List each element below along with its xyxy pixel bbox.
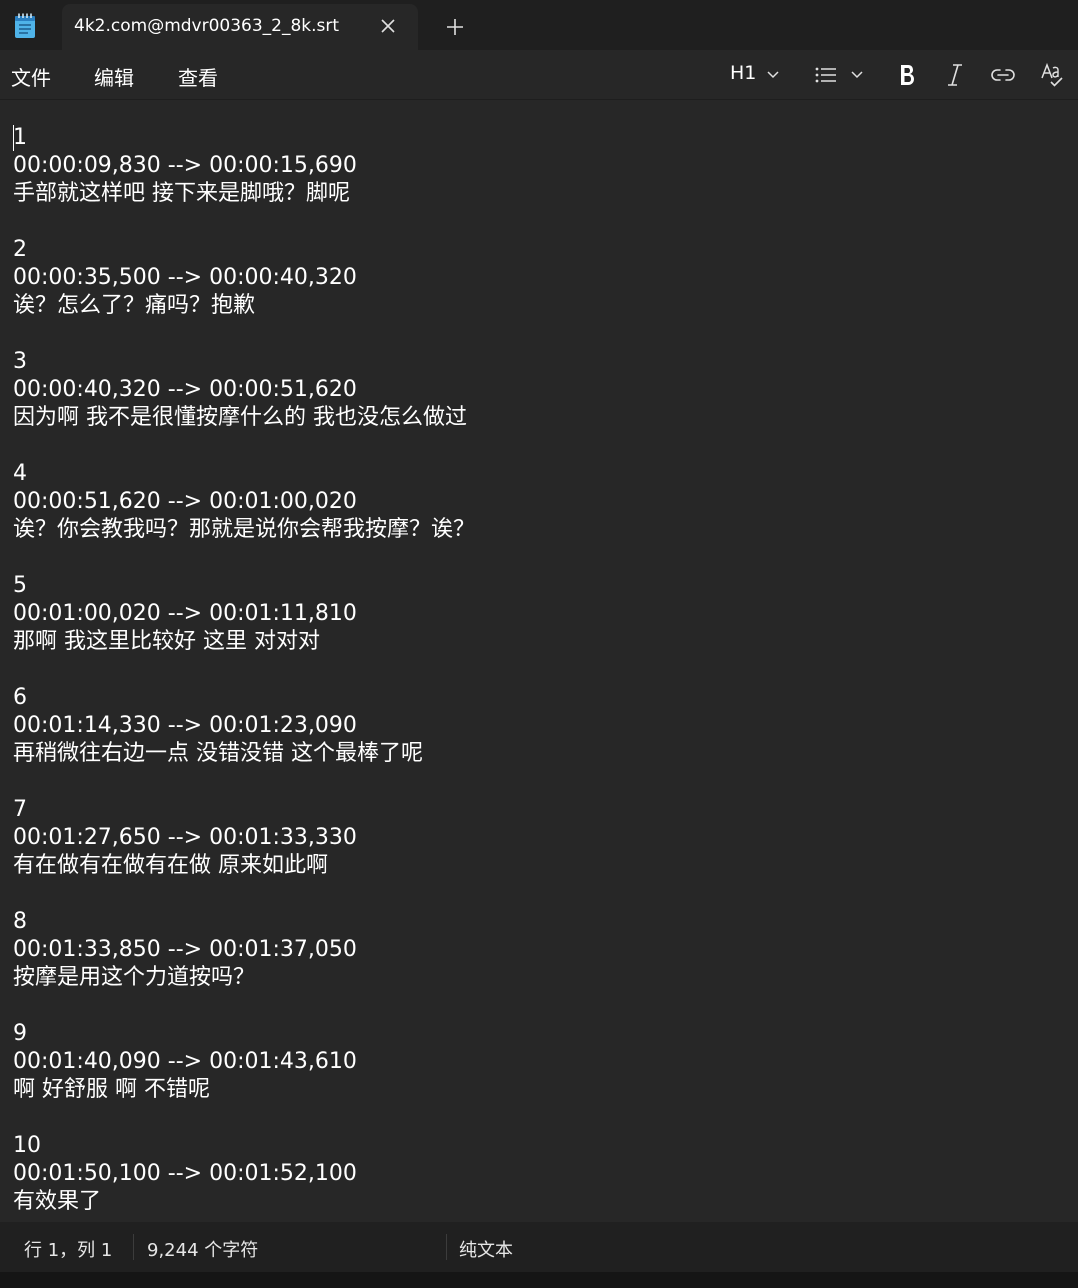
link-icon[interactable] — [990, 62, 1016, 88]
subtitle-timestamp: 00:00:40,320 --> 00:00:51,620 — [13, 377, 357, 402]
file-tab[interactable]: 4k2.com@mdvr00363_2_8k.srt — [62, 4, 418, 50]
subtitle-text: 因为啊 我不是很懂按摩什么的 我也没怎么做过 — [13, 405, 467, 430]
subtitle-timestamp: 00:01:33,850 --> 00:01:37,050 — [13, 937, 357, 962]
subtitle-index: 4 — [13, 461, 27, 486]
bold-icon[interactable] — [896, 62, 918, 88]
text-editor[interactable]: 1 00:00:09,830 --> 00:00:15,690 手部就这样吧 接下来… — [0, 101, 1078, 1222]
subtitle-timestamp: 00:01:00,020 --> 00:01:11,810 — [13, 601, 357, 626]
file-type[interactable]: 纯文本 — [459, 1236, 513, 1262]
subtitle-timestamp: 00:00:35,500 --> 00:00:40,320 — [13, 265, 357, 290]
subtitle-text: 诶？你会教我吗？那就是说你会帮我按摩？诶？ — [13, 517, 476, 542]
subtitle-timestamp: 00:00:09,830 --> 00:00:15,690 — [13, 153, 357, 178]
spellcheck-icon[interactable] — [1040, 62, 1064, 88]
italic-icon[interactable] — [944, 62, 966, 88]
subtitle-index: 3 — [13, 349, 27, 374]
menu-bar: 文件 编辑 查看 H1 — [0, 50, 1078, 100]
cursor-position[interactable]: 行 1，列 1 — [24, 1236, 112, 1262]
subtitle-timestamp: 00:01:50,100 --> 00:01:52,100 — [13, 1161, 357, 1186]
subtitle-timestamp: 00:01:40,090 --> 00:01:43,610 — [13, 1049, 357, 1074]
subtitle-index: 10 — [13, 1133, 41, 1158]
subtitle-entry: 1 00:00:09,830 --> 00:00:15,690 手部就这样吧 接下来… — [13, 124, 1063, 236]
subtitle-text: 按摩是用这个力道按吗？ — [13, 965, 256, 990]
chevron-down-icon — [851, 71, 863, 79]
list-dropdown[interactable] — [814, 62, 870, 88]
character-count: 9,244 个字符 — [147, 1240, 259, 1261]
window-bottom-edge — [0, 1272, 1078, 1288]
subtitle-entry: 2 00:00:35,500 --> 00:00:40,320 诶？怎么了？痛吗？抱… — [13, 236, 1063, 348]
subtitle-entry: 5 00:01:00,020 --> 00:01:11,810 那啊 我这里比较好 … — [13, 572, 1063, 684]
chevron-down-icon — [767, 71, 779, 79]
subtitle-timestamp: 00:01:27,650 --> 00:01:33,330 — [13, 825, 357, 850]
subtitle-text: 啊 好舒服 啊 不错呢 — [13, 1077, 210, 1102]
subtitle-text: 手部就这样吧 接下来是脚哦？脚呢 — [13, 181, 350, 206]
status-bar: 行 1，列 1 9,244 个字符 纯文本 — [0, 1222, 1078, 1272]
subtitle-entry: 4 00:00:51,620 --> 00:01:00,020 诶？你会教我吗？那就… — [13, 460, 1063, 572]
subtitle-index: 7 — [13, 797, 27, 822]
subtitle-timestamp: 00:00:51,620 --> 00:01:00,020 — [13, 489, 357, 514]
menu-view[interactable]: 查看 — [178, 62, 218, 91]
subtitle-text: 再稍微往右边一点 没错没错 这个最棒了呢 — [13, 741, 423, 766]
plus-icon[interactable] — [443, 15, 467, 39]
subtitle-entry: 7 00:01:27,650 --> 00:01:33,330 有在做有在做有在做 … — [13, 796, 1063, 908]
close-icon[interactable] — [376, 14, 400, 38]
subtitle-index: 1 — [13, 125, 27, 150]
status-separator — [133, 1234, 134, 1260]
subtitle-index: 5 — [13, 573, 27, 598]
subtitle-entry: 9 00:01:40,090 --> 00:01:43,610 啊 好舒服 啊 不错… — [13, 1020, 1063, 1132]
subtitle-timestamp: 00:01:14,330 --> 00:01:23,090 — [13, 713, 357, 738]
subtitle-entry: 10 00:01:50,100 --> 00:01:52,100 有效果了 — [13, 1132, 1063, 1222]
subtitle-entry: 8 00:01:33,850 --> 00:01:37,050 按摩是用这个力道按吗… — [13, 908, 1063, 1020]
subtitle-text: 有在做有在做有在做 原来如此啊 — [13, 853, 328, 878]
subtitle-content: 1 00:00:09,830 --> 00:00:15,690 手部就这样吧 接下来… — [13, 124, 1063, 1222]
menu-file[interactable]: 文件 — [11, 62, 51, 91]
heading-dropdown[interactable]: H1 — [730, 62, 786, 88]
bulleted-list-icon — [815, 67, 836, 83]
status-separator — [446, 1234, 447, 1260]
subtitle-index: 9 — [13, 1021, 27, 1046]
subtitle-index: 8 — [13, 909, 27, 934]
subtitle-entry: 3 00:00:40,320 --> 00:00:51,620 因为啊 我不是很懂按… — [13, 348, 1063, 460]
subtitle-index: 2 — [13, 237, 27, 262]
tab-title: 4k2.com@mdvr00363_2_8k.srt — [74, 16, 340, 36]
subtitle-text: 那啊 我这里比较好 这里 对对对 — [13, 629, 320, 654]
subtitle-text: 有效果了 — [13, 1189, 102, 1214]
title-bar: 4k2.com@mdvr00363_2_8k.srt — [0, 0, 1078, 50]
subtitle-entry: 6 00:01:14,330 --> 00:01:23,090 再稍微往右边一点 没… — [13, 684, 1063, 796]
menu-edit[interactable]: 编辑 — [94, 62, 134, 91]
notepad-icon — [15, 13, 35, 38]
subtitle-text: 诶？怎么了？痛吗？抱歉 — [13, 293, 256, 318]
subtitle-index: 6 — [13, 685, 27, 710]
heading-label: H1 — [730, 62, 757, 84]
